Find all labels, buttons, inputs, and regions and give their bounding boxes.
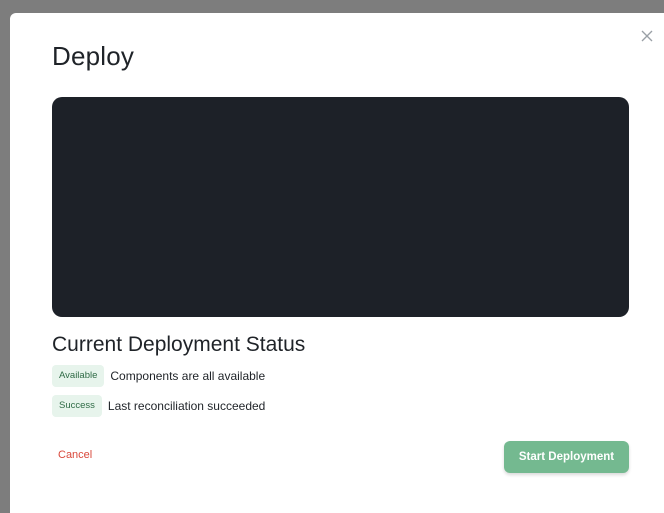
modal-title: Deploy (52, 41, 135, 71)
status-heading: Current Deployment Status (52, 333, 306, 356)
status-row-success: Success Last reconciliation succeeded (52, 395, 265, 417)
cancel-button[interactable]: Cancel (58, 449, 92, 461)
start-deployment-button[interactable]: Start Deployment (504, 441, 629, 473)
deploy-modal: Deploy Current Deployment Status Availab… (10, 13, 664, 513)
status-badge: Success (52, 395, 102, 417)
status-badge: Available (52, 365, 105, 387)
status-text: Components are all available (110, 369, 266, 383)
status-text: Last reconciliation succeeded (107, 399, 266, 413)
deployment-log-panel (52, 97, 629, 317)
close-icon[interactable] (638, 27, 656, 45)
status-row-available: Available Components are all available (52, 365, 265, 387)
